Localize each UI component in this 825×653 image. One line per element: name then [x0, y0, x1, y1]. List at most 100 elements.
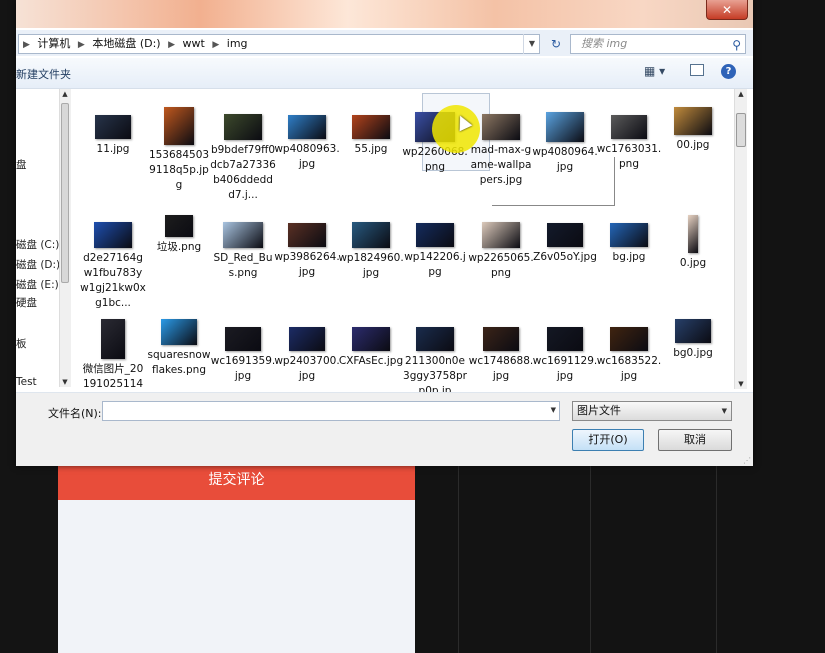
filename-input[interactable]: ▼: [102, 401, 560, 421]
file-thumbnail[interactable]: [94, 222, 132, 248]
file-item[interactable]: wp2403700.jpg: [274, 319, 340, 384]
file-item[interactable]: bg.jpg: [596, 215, 662, 265]
file-thumbnail[interactable]: [416, 327, 454, 351]
close-button[interactable]: ✕: [706, 0, 748, 20]
file-thumbnail[interactable]: [610, 223, 648, 247]
file-item[interactable]: 0.jpg: [660, 215, 726, 271]
nav-item[interactable]: 盘: [16, 157, 27, 172]
file-item[interactable]: wp2265065.png: [468, 215, 534, 281]
scrollbar-thumb[interactable]: [61, 103, 69, 283]
file-thumbnail[interactable]: [288, 115, 326, 139]
resize-grip-icon[interactable]: ⋰: [743, 456, 751, 465]
file-item[interactable]: wp1824960.jpg: [338, 215, 404, 281]
file-thumbnail[interactable]: [225, 327, 261, 351]
file-item[interactable]: squaresnowflakes.png: [146, 319, 212, 378]
breadcrumb-item[interactable]: img: [227, 37, 248, 50]
file-thumbnail[interactable]: [223, 222, 263, 248]
file-thumbnail[interactable]: [688, 215, 698, 253]
breadcrumb-item[interactable]: 计算机: [37, 37, 70, 50]
file-thumbnail[interactable]: [675, 319, 711, 343]
scroll-down-icon[interactable]: ▼: [736, 380, 746, 388]
search-input[interactable]: 搜索 img ⚲: [570, 34, 746, 54]
file-thumbnail[interactable]: [416, 223, 454, 247]
file-thumbnail[interactable]: [352, 222, 390, 248]
open-button[interactable]: 打开(O): [572, 429, 644, 451]
file-item[interactable]: wc1748688.jpg: [468, 319, 534, 384]
file-item[interactable]: wp4080964.jpg: [532, 107, 598, 175]
file-thumbnail[interactable]: [289, 327, 325, 351]
nav-item[interactable]: Test: [16, 376, 37, 388]
file-item[interactable]: wc1691129.jpg: [532, 319, 598, 384]
file-thumbnail[interactable]: [546, 112, 584, 142]
scrollbar-thumb[interactable]: [736, 113, 746, 147]
file-thumbnail[interactable]: [95, 115, 131, 139]
view-options-icon[interactable]: ▦ ▾: [644, 64, 665, 78]
file-thumbnail[interactable]: [547, 223, 583, 247]
file-list-scrollbar[interactable]: ▲ ▼: [734, 89, 747, 389]
file-item[interactable]: wc1763031.png: [596, 107, 662, 172]
dialog-titlebar[interactable]: ✕: [16, 0, 753, 28]
file-item[interactable]: wp4080963.jpg: [274, 107, 340, 172]
file-thumbnail[interactable]: [164, 107, 194, 145]
file-thumbnail[interactable]: [483, 327, 519, 351]
nav-item-drive-d[interactable]: 磁盘 (D:): [16, 257, 60, 272]
refresh-icon[interactable]: ↻: [546, 35, 566, 53]
file-thumbnail[interactable]: [610, 327, 648, 351]
nav-item-drive-e[interactable]: 磁盘 (E:): [16, 277, 59, 292]
file-thumbnail[interactable]: [224, 114, 262, 140]
file-thumbnail[interactable]: [482, 222, 520, 248]
file-item[interactable]: wp142206.jpg: [402, 215, 468, 280]
nav-scrollbar[interactable]: ▲ ▼: [59, 89, 71, 387]
file-thumbnail[interactable]: [611, 115, 647, 139]
file-thumbnail[interactable]: [547, 327, 583, 351]
file-item[interactable]: 00.jpg: [660, 107, 726, 153]
search-icon[interactable]: ⚲: [732, 36, 741, 54]
file-thumbnail[interactable]: [288, 223, 326, 247]
file-thumbnail[interactable]: [161, 319, 197, 345]
chevron-right-icon[interactable]: ▶: [23, 40, 30, 50]
breadcrumb[interactable]: ▶ 计算机 ▶ 本地磁盘 (D:) ▶ wwt ▶ img: [18, 34, 540, 54]
cancel-button[interactable]: 取消: [658, 429, 732, 451]
file-thumbnail[interactable]: [482, 114, 520, 140]
file-item[interactable]: 211300n0e3ggy3758prp0p.jp: [402, 319, 468, 399]
breadcrumb-item[interactable]: wwt: [183, 37, 205, 50]
file-item[interactable]: 1536845039118q5p.jpg: [146, 107, 212, 193]
chevron-right-icon[interactable]: ▶: [212, 40, 219, 50]
file-name: wp4080963.jpg: [274, 143, 340, 170]
chevron-down-icon[interactable]: ▼: [523, 34, 540, 54]
file-item[interactable]: b9bdef79ff0dcb7a27336b406ddeddd7.j...: [210, 107, 276, 203]
scroll-up-icon[interactable]: ▲: [736, 90, 746, 98]
new-folder-button[interactable]: 新建文件夹: [16, 66, 71, 82]
file-thumbnail[interactable]: [101, 319, 125, 359]
breadcrumb-item[interactable]: 本地磁盘 (D:): [92, 37, 160, 50]
file-item[interactable]: 55.jpg: [338, 107, 404, 157]
file-thumbnail[interactable]: [165, 215, 193, 237]
chevron-right-icon[interactable]: ▶: [78, 40, 85, 50]
file-thumbnail[interactable]: [352, 327, 390, 351]
file-item[interactable]: CXFAsEc.jpg: [338, 319, 404, 369]
file-item[interactable]: d2e27164gw1fbu783yw1gj21kw0xg1bc...: [80, 215, 146, 311]
scroll-up-icon[interactable]: ▲: [60, 90, 70, 98]
file-item[interactable]: SD_Red_Bus.png: [210, 215, 276, 281]
submit-comment-button[interactable]: 提交评论: [58, 460, 415, 500]
preview-pane-icon[interactable]: [690, 64, 704, 76]
file-thumbnail[interactable]: [674, 107, 712, 135]
file-item[interactable]: bg0.jpg: [660, 319, 726, 361]
chevron-right-icon[interactable]: ▶: [168, 40, 175, 50]
chevron-down-icon[interactable]: ▼: [551, 406, 556, 414]
help-icon[interactable]: ?: [721, 64, 736, 79]
file-item[interactable]: wc1683522.jpg: [596, 319, 662, 384]
scroll-down-icon[interactable]: ▼: [60, 378, 70, 386]
nav-item-drive-c[interactable]: 磁盘 (C:): [16, 237, 59, 252]
file-item[interactable]: Z6v05oY.jpg: [532, 215, 598, 265]
file-name: 0.jpg: [679, 257, 707, 269]
file-item[interactable]: 11.jpg: [80, 107, 146, 157]
file-thumbnail[interactable]: [352, 115, 390, 139]
file-item[interactable]: wc1691359.jpg: [210, 319, 276, 384]
nav-item[interactable]: 板: [16, 336, 27, 351]
file-item[interactable]: 垃圾.png: [146, 215, 212, 255]
filetype-select[interactable]: 图片文件 ▼: [572, 401, 732, 421]
file-item[interactable]: wp3986264.jpg: [274, 215, 340, 280]
chevron-down-icon[interactable]: ▼: [722, 402, 727, 420]
nav-item[interactable]: 硬盘: [16, 295, 37, 310]
